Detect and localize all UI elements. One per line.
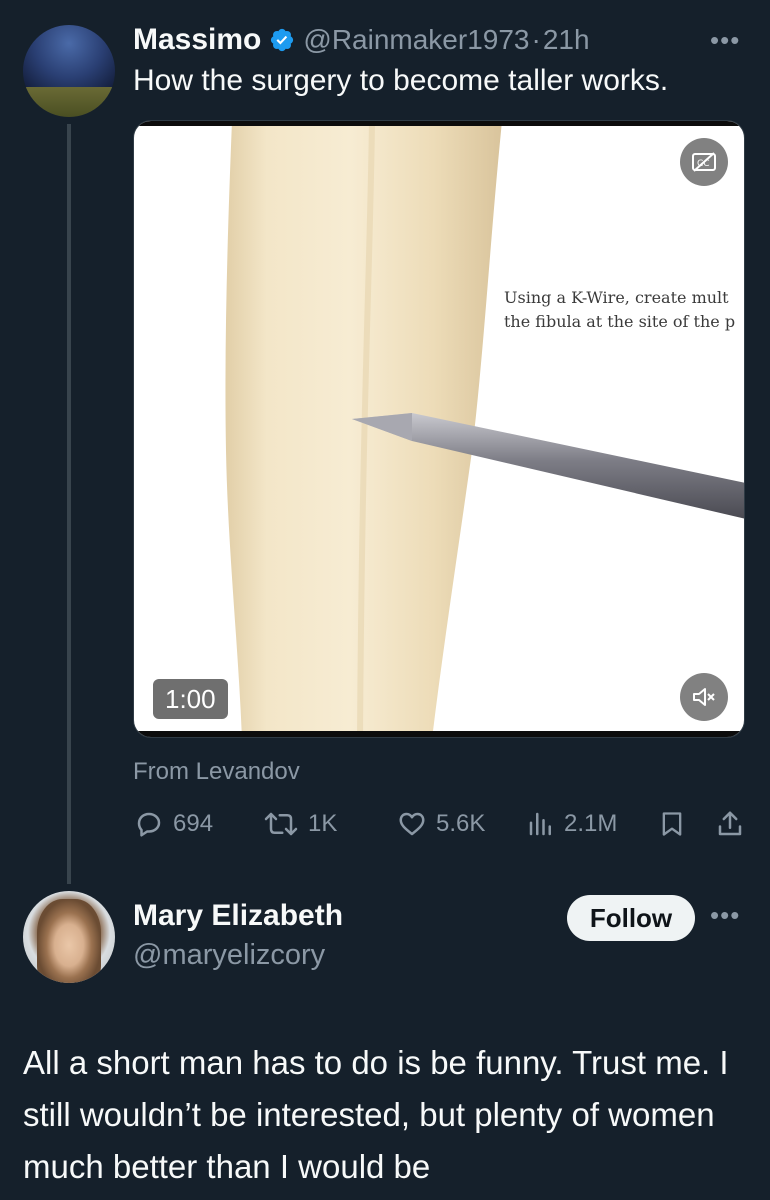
share-icon bbox=[718, 811, 742, 836]
bookmark-icon bbox=[662, 812, 682, 836]
author-handle[interactable]: @Rainmaker1973 bbox=[303, 24, 529, 56]
reply-count: 694 bbox=[173, 810, 214, 837]
reply-text: All a short man has to do is be funny. T… bbox=[23, 1044, 729, 1185]
more-options-button[interactable]: ••• bbox=[710, 900, 740, 931]
reply-icon bbox=[137, 812, 161, 837]
tweet-header: Massimo @Rainmaker1973 · 21h bbox=[133, 20, 590, 60]
captions-toggle-button[interactable]: CC bbox=[680, 138, 728, 186]
views-count: 2.1M bbox=[564, 810, 618, 837]
heart-icon bbox=[399, 812, 425, 836]
verified-badge-icon bbox=[271, 28, 294, 52]
views-icon bbox=[529, 812, 551, 836]
video-caption-line: Using a K-Wire, create mult bbox=[504, 288, 729, 307]
reply-author-name[interactable]: Mary Elizabeth bbox=[133, 899, 343, 933]
tweet-time[interactable]: 21h bbox=[543, 24, 590, 56]
captions-off-icon: CC bbox=[692, 152, 716, 172]
thread-line bbox=[67, 124, 71, 884]
repost-count: 1K bbox=[308, 810, 338, 837]
repost-icon bbox=[264, 812, 298, 836]
views-button[interactable]: 2.1M bbox=[526, 808, 617, 840]
more-options-button[interactable]: ••• bbox=[710, 25, 740, 56]
follow-button[interactable]: Follow bbox=[567, 895, 695, 941]
mute-button[interactable] bbox=[680, 673, 728, 721]
separator: · bbox=[531, 24, 541, 55]
media-source[interactable]: From Levandov bbox=[133, 758, 300, 786]
tweet-text: How the surgery to become taller works. bbox=[133, 64, 669, 97]
video-caption-line: the fibula at the site of the p bbox=[504, 312, 736, 331]
author-name[interactable]: Massimo bbox=[133, 23, 261, 57]
video-caption: Using a K-Wire, create mult the fibula a… bbox=[504, 286, 744, 334]
like-button[interactable]: 5.6K bbox=[396, 808, 485, 840]
avatar[interactable] bbox=[23, 25, 115, 117]
k-wire-illustration bbox=[352, 413, 744, 519]
share-button[interactable] bbox=[715, 808, 745, 840]
mute-icon bbox=[693, 688, 715, 706]
video-player[interactable]: Using a K-Wire, create mult the fibula a… bbox=[133, 120, 745, 738]
reply-button[interactable]: 694 bbox=[133, 808, 213, 840]
like-count: 5.6K bbox=[436, 810, 486, 837]
reply-author-handle[interactable]: @maryelizcory bbox=[133, 939, 325, 972]
bookmark-button[interactable] bbox=[658, 808, 686, 840]
repost-button[interactable]: 1K bbox=[262, 808, 337, 840]
video-duration: 1:00 bbox=[153, 679, 228, 719]
avatar[interactable] bbox=[23, 891, 115, 983]
